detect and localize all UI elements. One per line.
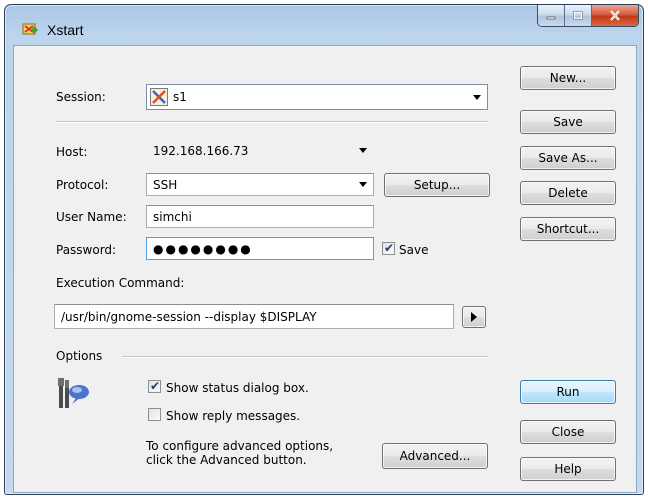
password-value: ●●●●●●●● bbox=[153, 241, 253, 256]
title-bar[interactable]: Xstart bbox=[5, 5, 643, 45]
password-input[interactable]: ●●●●●●●● bbox=[146, 237, 374, 260]
run-button[interactable]: Run bbox=[520, 380, 616, 404]
show-reply-label: Show reply messages. bbox=[166, 409, 301, 423]
setup-button[interactable]: Setup... bbox=[384, 173, 490, 197]
host-combobox[interactable]: 192.168.166.73 bbox=[146, 139, 374, 162]
window-frame: Xstart Session: s1 Host: 192.168.166.73 … bbox=[4, 4, 644, 495]
user-name-input[interactable]: simchi bbox=[146, 205, 374, 228]
show-status-checkbox[interactable]: ✔ bbox=[148, 380, 161, 393]
new-button[interactable]: New... bbox=[520, 66, 616, 90]
tools-help-icon bbox=[58, 378, 89, 408]
minimize-icon bbox=[546, 16, 556, 19]
maximize-icon bbox=[573, 11, 583, 20]
help-button[interactable]: Help bbox=[520, 457, 616, 481]
options-heading: Options bbox=[56, 349, 103, 363]
checkmark-icon: ✔ bbox=[384, 241, 395, 255]
password-label: Password: bbox=[56, 243, 117, 257]
save-button[interactable]: Save bbox=[520, 110, 616, 134]
options-divider bbox=[122, 356, 488, 358]
execution-command-label: Execution Command: bbox=[56, 276, 185, 290]
execution-command-input[interactable]: /usr/bin/gnome-session --display $DISPLA… bbox=[54, 304, 454, 329]
dialog-client-area: Session: s1 Host: 192.168.166.73 Protoco… bbox=[13, 45, 637, 493]
protocol-label: Protocol: bbox=[56, 178, 109, 192]
run-command-button[interactable] bbox=[462, 306, 486, 328]
execution-command-value: /usr/bin/gnome-session --display $DISPLA… bbox=[61, 309, 317, 324]
show-reply-checkbox[interactable] bbox=[148, 408, 161, 421]
chevron-down-icon bbox=[473, 95, 481, 100]
window-title: Xstart bbox=[47, 22, 84, 38]
close-icon bbox=[610, 10, 620, 21]
advanced-hint: To configure advanced options, click the… bbox=[146, 439, 333, 467]
chevron-down-icon bbox=[359, 182, 367, 187]
chevron-down-icon bbox=[359, 148, 367, 153]
host-value: 192.168.166.73 bbox=[153, 143, 249, 158]
session-combobox[interactable]: s1 bbox=[146, 84, 488, 110]
xstart-app-icon bbox=[22, 23, 38, 35]
play-arrow-icon bbox=[471, 312, 477, 322]
session-label: Session: bbox=[56, 90, 106, 104]
save-as-button[interactable]: Save As... bbox=[520, 146, 616, 170]
session-divider bbox=[56, 121, 488, 123]
host-label: Host: bbox=[56, 145, 88, 159]
save-password-label: Save bbox=[399, 243, 429, 257]
advanced-hint-line1: To configure advanced options, bbox=[146, 439, 334, 453]
maximize-button[interactable] bbox=[565, 5, 592, 26]
x-session-icon bbox=[150, 88, 168, 106]
close-window-button[interactable] bbox=[592, 5, 638, 26]
user-name-value: simchi bbox=[153, 209, 192, 224]
close-button[interactable]: Close bbox=[520, 420, 616, 444]
shortcut-button[interactable]: Shortcut... bbox=[520, 217, 616, 241]
show-status-label: Show status dialog box. bbox=[166, 381, 309, 395]
advanced-hint-line2: click the Advanced button. bbox=[146, 453, 307, 467]
checkmark-icon: ✔ bbox=[150, 379, 161, 393]
session-value: s1 bbox=[173, 90, 187, 104]
advanced-button[interactable]: Advanced... bbox=[382, 443, 488, 469]
protocol-combobox[interactable]: SSH bbox=[146, 173, 374, 196]
user-name-label: User Name: bbox=[56, 210, 127, 224]
caption-buttons bbox=[537, 5, 639, 27]
save-password-checkbox[interactable]: ✔ bbox=[382, 242, 395, 255]
minimize-button[interactable] bbox=[538, 5, 565, 26]
protocol-value: SSH bbox=[153, 177, 178, 192]
delete-button[interactable]: Delete bbox=[520, 181, 616, 205]
